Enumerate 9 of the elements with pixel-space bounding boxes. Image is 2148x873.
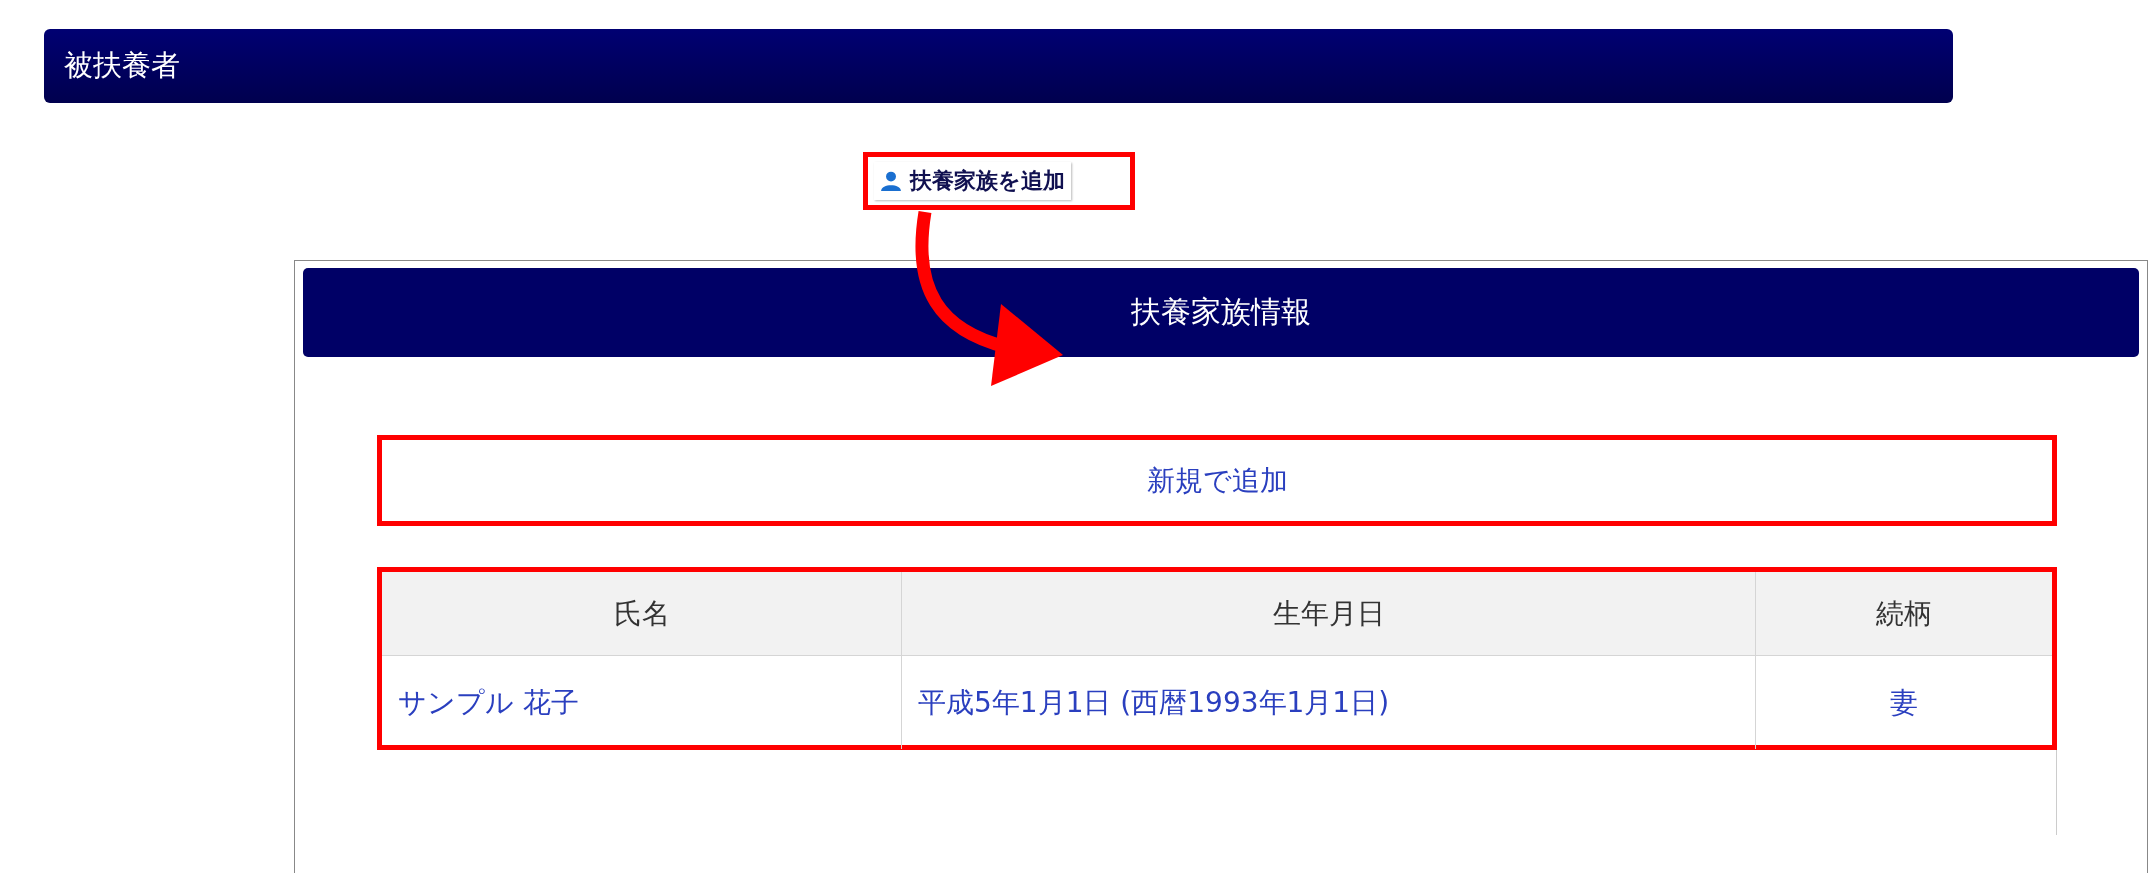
column-header: 生年月日 [901, 572, 1756, 656]
table-cell[interactable]: サンプル 花子 [382, 655, 902, 749]
column-header: 氏名 [382, 572, 902, 656]
dialog-title: 扶養家族情報 [1131, 293, 1311, 331]
table-cell[interactable]: 妻 [1755, 655, 2052, 749]
person-icon [880, 170, 902, 192]
section-title: 被扶養者 [64, 47, 180, 84]
column-header: 続柄 [1755, 572, 2052, 656]
add-family-button[interactable]: 扶養家族を追加 [874, 162, 1071, 200]
